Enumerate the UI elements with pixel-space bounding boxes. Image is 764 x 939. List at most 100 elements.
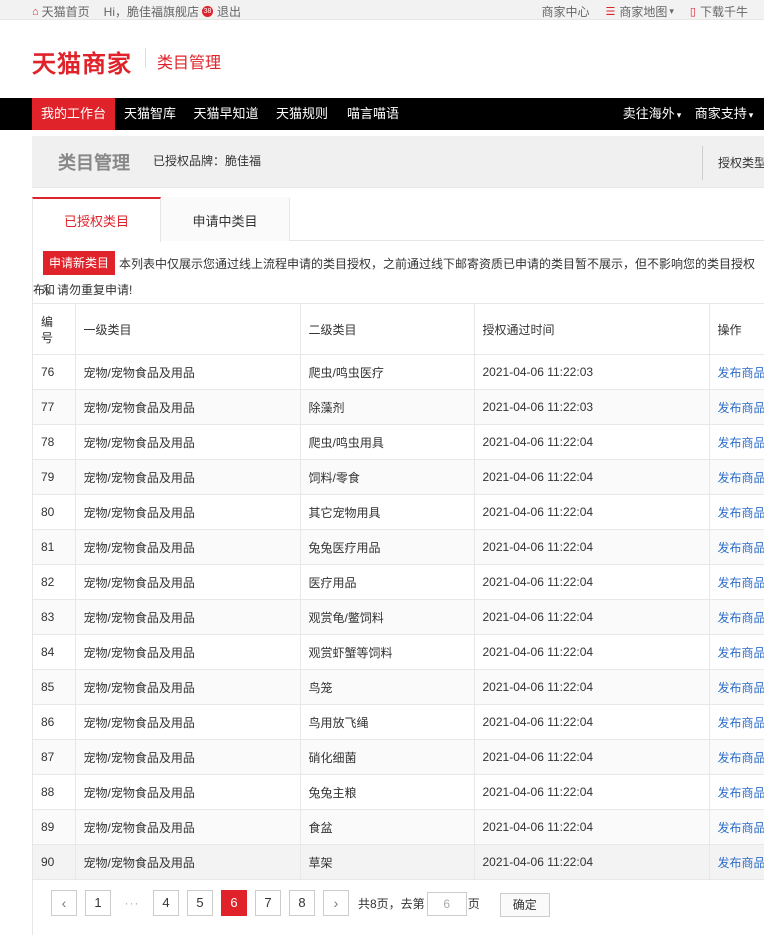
page-button-8[interactable]: 8 xyxy=(289,890,315,916)
message-badge[interactable]: 38 xyxy=(202,6,214,17)
confirm-goto-button[interactable]: 确定 xyxy=(499,892,550,917)
cell-level2: 草架 xyxy=(299,844,474,880)
tmall-logo[interactable]: 天猫商家 xyxy=(32,44,132,79)
cell-level2: 食盆 xyxy=(299,809,474,845)
table-row: 87 宠物/宠物食品及用品 硝化细菌 2021-04-06 11:22:04 发布商品 xyxy=(33,739,764,775)
cell-number: 85 xyxy=(33,669,75,705)
page-button-1[interactable]: 1 xyxy=(85,890,111,916)
nav-item-think-tank[interactable]: 天猫智库 xyxy=(115,98,185,130)
notice-text: 本列表中仅展示您通过线上流程申请的类目授权，之前通过线下邮寄资质已申请的类目暂不… xyxy=(43,257,756,297)
cell-level1: 宠物/宠物食品及用品 xyxy=(74,599,300,635)
table-row: 80 宠物/宠物食品及用品 其它宠物用具 2021-04-06 11:22:04 发布商… xyxy=(33,494,764,530)
cell-level2: 硝化细菌 xyxy=(299,739,474,775)
cell-number: 89 xyxy=(33,809,75,845)
apply-category-button[interactable]: 申请新类目 xyxy=(43,251,116,275)
publish-product-link[interactable]: 发布商品 xyxy=(708,494,764,530)
next-page-button[interactable]: › xyxy=(323,890,349,916)
nav-item-workbench[interactable]: 我的工作台 xyxy=(32,98,115,130)
merchant-center-link[interactable]: 商家中心 xyxy=(541,3,589,20)
notice: 申请新类目 本列表中仅展示您通过线上流程申请的类目授权，之前通过线下邮寄资质已申请… xyxy=(33,251,763,303)
publish-product-link[interactable]: 发布商品 xyxy=(708,634,764,670)
cell-number: 83 xyxy=(33,599,75,635)
cell-auth-time: 2021-04-06 11:22:04 xyxy=(473,809,709,845)
publish-product-link[interactable]: 发布商品 xyxy=(708,459,764,495)
nav-item-rules[interactable]: 天猫规则 xyxy=(267,98,337,130)
logout-link[interactable]: 退出 xyxy=(217,3,241,20)
total-pages-text: 共8页，去第 xyxy=(358,896,425,911)
column-header-level1: 一级类目 xyxy=(74,303,300,355)
nav-support-label: 商家支持 xyxy=(694,106,747,121)
table-row: 88 宠物/宠物食品及用品 兔兔主粮 2021-04-06 11:22:04 发布商品 xyxy=(33,774,764,810)
publish-product-link[interactable]: 发布商品 xyxy=(708,844,764,880)
table-row: 85 宠物/宠物食品及用品 鸟笼 2021-04-06 11:22:04 发布商品 xyxy=(33,669,764,705)
cell-level2: 兔兔主粮 xyxy=(299,774,474,810)
top-bar: ⌂ 天猫首页 Hi，脆佳福旗舰店 38 退出 商家中心 ☰ 商家地图 ▾ ▯ 下… xyxy=(0,0,764,20)
cell-level2: 其它宠物用具 xyxy=(299,494,474,530)
table-row: 90 宠物/宠物食品及用品 草架 2021-04-06 11:22:04 发布商品 xyxy=(33,844,764,880)
cell-number: 86 xyxy=(33,704,75,740)
publish-product-link[interactable]: 发布商品 xyxy=(708,389,764,425)
publish-product-link[interactable]: 发布商品 xyxy=(708,809,764,845)
page-button-6-current[interactable]: 6 xyxy=(221,890,247,916)
page-button-7[interactable]: 7 xyxy=(255,890,281,916)
cell-level2: 观赏虾蟹等饲料 xyxy=(299,634,474,670)
column-header-number: 编号 xyxy=(33,303,75,355)
publish-product-link[interactable]: 发布商品 xyxy=(708,739,764,775)
auth-type-label[interactable]: 授权类型 xyxy=(718,154,764,171)
column-header-number-label: 编号 xyxy=(41,315,54,345)
cell-level1: 宠物/宠物食品及用品 xyxy=(74,564,300,600)
cell-auth-time: 2021-04-06 11:22:04 xyxy=(473,704,709,740)
publish-product-link[interactable]: 发布商品 xyxy=(708,669,764,705)
logo-divider xyxy=(145,48,146,68)
table-row: 83 宠物/宠物食品及用品 观赏龟/鳖饲料 2021-04-06 11:22:04 发布… xyxy=(33,599,764,635)
home-link[interactable]: 天猫首页 xyxy=(42,3,90,20)
home-icon[interactable]: ⌂ xyxy=(32,6,39,18)
cell-number: 77 xyxy=(33,389,75,425)
nav-item-miaoyan[interactable]: 喵言喵语 xyxy=(337,98,409,130)
publish-product-link[interactable]: 发布商品 xyxy=(708,424,764,460)
cell-level1: 宠物/宠物食品及用品 xyxy=(74,669,300,705)
nav-item-overseas[interactable]: 卖往海外 ▾ xyxy=(618,98,686,130)
main-nav: 我的工作台 天猫智库 天猫早知道 天猫规则 喵言喵语 卖往海外 ▾ 商家支持 ▾ xyxy=(0,98,764,130)
publish-product-link[interactable]: 发布商品 xyxy=(708,599,764,635)
download-link[interactable]: 下载千牛 xyxy=(700,3,748,20)
cell-level1: 宠物/宠物食品及用品 xyxy=(74,634,300,670)
cell-auth-time: 2021-04-06 11:22:03 xyxy=(473,354,709,390)
nav-item-early-news[interactable]: 天猫早知道 xyxy=(185,98,267,130)
table-row: 79 宠物/宠物食品及用品 饲料/零食 2021-04-06 11:22:04 发布商品 xyxy=(33,459,764,495)
cell-level1: 宠物/宠物食品及用品 xyxy=(74,739,300,775)
cell-auth-time: 2021-04-06 11:22:04 xyxy=(473,844,709,880)
cell-level1: 宠物/宠物食品及用品 xyxy=(74,774,300,810)
table-row: 76 宠物/宠物食品及用品 爬虫/鸣虫医疗 2021-04-06 11:22:03 发布… xyxy=(33,354,764,390)
pagination: ‹ 1 ··· 4 5 6 7 8 › 共8页，去第 页 确定 xyxy=(51,890,550,917)
table-row: 86 宠物/宠物食品及用品 鸟用放飞绳 2021-04-06 11:22:04 发布商品 xyxy=(33,704,764,740)
header-divider xyxy=(702,146,703,180)
page-button-4[interactable]: 4 xyxy=(153,890,179,916)
publish-product-link[interactable]: 发布商品 xyxy=(708,564,764,600)
page-button-5[interactable]: 5 xyxy=(187,890,213,916)
tab-applying[interactable]: 申请中类目 xyxy=(161,197,290,241)
cell-level2: 鸟笼 xyxy=(299,669,474,705)
cell-level1: 宠物/宠物食品及用品 xyxy=(74,354,300,390)
cell-auth-time: 2021-04-06 11:22:04 xyxy=(473,564,709,600)
nav-item-support[interactable]: 商家支持 ▾ xyxy=(690,98,758,130)
column-header-auth-time: 授权通过时间 xyxy=(473,303,709,355)
table-row: 84 宠物/宠物食品及用品 观赏虾蟹等饲料 2021-04-06 11:22:04 发布… xyxy=(33,634,764,670)
goto-page-input[interactable] xyxy=(426,892,467,916)
publish-product-link[interactable]: 发布商品 xyxy=(708,704,764,740)
publish-product-link[interactable]: 发布商品 xyxy=(708,529,764,565)
prev-page-button[interactable]: ‹ xyxy=(51,890,77,916)
greeting: Hi，脆佳福旗舰店 xyxy=(103,5,200,19)
cell-auth-time: 2021-04-06 11:22:03 xyxy=(473,389,709,425)
pagination-ellipsis: ··· xyxy=(124,896,140,910)
cell-auth-time: 2021-04-06 11:22:04 xyxy=(473,529,709,565)
publish-product-link[interactable]: 发布商品 xyxy=(708,774,764,810)
merchant-map-link[interactable]: 商家地图 xyxy=(619,3,667,20)
column-header-level2: 二级类目 xyxy=(299,303,474,355)
cell-level1: 宠物/宠物食品及用品 xyxy=(74,494,300,530)
tab-authorized[interactable]: 已授权类目 xyxy=(32,197,161,242)
chevron-down-icon: ▾ xyxy=(669,6,674,16)
cell-level2: 医疗用品 xyxy=(299,564,474,600)
publish-product-link[interactable]: 发布商品 xyxy=(708,354,764,390)
cell-level1: 宠物/宠物食品及用品 xyxy=(74,844,300,880)
